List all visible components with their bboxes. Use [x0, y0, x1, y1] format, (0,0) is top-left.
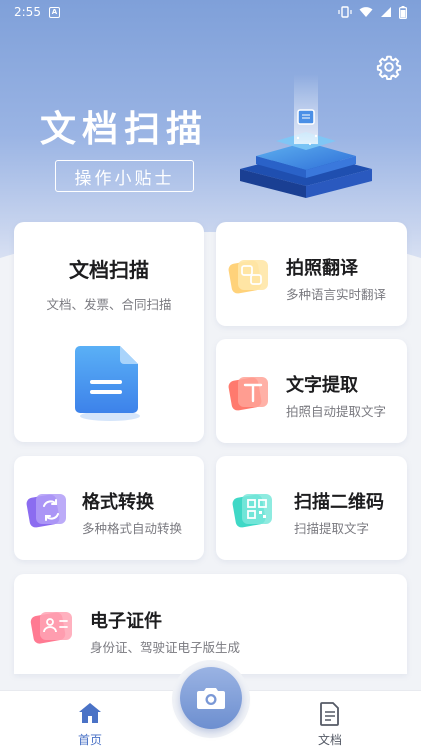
text-extract-card[interactable]: 文字提取 拍照自动提取文字: [216, 339, 407, 443]
text-t-icon: [228, 373, 270, 417]
home-icon: [79, 703, 101, 723]
status-time: 2:55: [14, 5, 41, 19]
qrcode-icon: [232, 490, 274, 534]
nav-home-label: 首页: [77, 733, 102, 747]
camera-icon: [197, 688, 225, 709]
convert-card-title: 格式转换: [82, 492, 154, 513]
convert-card-subtitle: 多种格式自动转换: [82, 521, 183, 536]
ocr-card-title: 文字提取: [286, 375, 358, 396]
idcard-card-subtitle: 身份证、驾驶证电子版生成: [90, 640, 241, 655]
wifi-icon: [359, 7, 373, 17]
document-icon: [72, 342, 146, 426]
vibrate-icon: [338, 6, 352, 18]
app-title: 文档扫描: [40, 109, 209, 150]
scan-card-subtitle: 文档、发票、合同扫描: [46, 297, 172, 312]
settings-gear-icon[interactable]: [376, 54, 402, 80]
scanner-illustration: [236, 74, 376, 204]
translate-card-subtitle: 多种语言实时翻译: [286, 287, 387, 302]
qrcode-card-subtitle: 扫描提取文字: [294, 521, 370, 536]
status-bar: 2:55 A: [0, 0, 421, 24]
translate-icon: [228, 256, 270, 300]
nav-documents-label: 文档: [317, 733, 342, 747]
qrcode-card-title: 扫描二维码: [294, 492, 384, 513]
photo-translate-card[interactable]: 拍照翻译 多种语言实时翻译: [216, 222, 407, 326]
convert-icon: [26, 490, 68, 534]
idcard-card-title: 电子证件: [90, 611, 162, 632]
e-id-card[interactable]: 电子证件 身份证、驾驶证电子版生成: [14, 574, 407, 674]
camera-button[interactable]: [180, 667, 242, 729]
qrcode-scan-card[interactable]: 扫描二维码 扫描提取文字: [216, 456, 407, 560]
notification-icon: A: [48, 6, 60, 18]
nav-home[interactable]: 首页: [50, 691, 130, 748]
ocr-card-subtitle: 拍照自动提取文字: [286, 404, 387, 419]
battery-icon: [399, 5, 407, 19]
translate-card-title: 拍照翻译: [286, 258, 358, 279]
format-convert-card[interactable]: 格式转换 多种格式自动转换: [14, 456, 204, 560]
scan-document-card[interactable]: 文档扫描 文档、发票、合同扫描: [14, 222, 204, 442]
nav-documents[interactable]: 文档: [290, 691, 370, 748]
tips-button[interactable]: 操作小贴士: [55, 160, 194, 192]
signal-icon: [381, 7, 391, 17]
id-card-icon: [30, 608, 74, 652]
scan-card-title: 文档扫描: [69, 258, 149, 282]
document-icon: [320, 702, 339, 726]
